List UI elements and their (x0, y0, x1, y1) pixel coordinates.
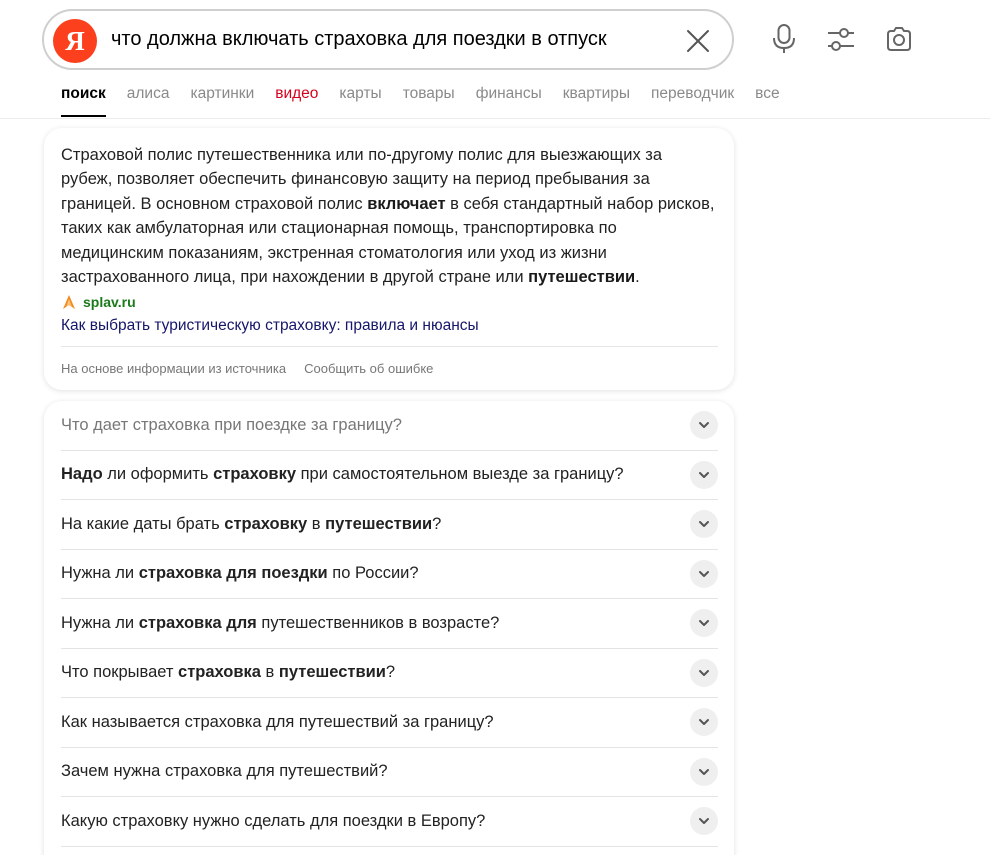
expand-button[interactable] (690, 559, 718, 588)
tab-apartments[interactable]: квартиры (563, 85, 630, 119)
faq-item[interactable]: Какую страховку нужно сделать для поездк… (61, 797, 718, 847)
tab-maps[interactable]: карты (339, 85, 381, 119)
faq-question-part: путешествии (325, 514, 433, 533)
expand-button[interactable] (690, 460, 718, 489)
tab-translator[interactable]: переводчик (651, 85, 734, 119)
faq-item[interactable]: Надо ли оформить страховку при самостоят… (61, 451, 718, 500)
faq-question-part: путешественников в возрасте? (256, 613, 500, 632)
camera-icon (887, 27, 911, 51)
chevron-down-icon (699, 818, 709, 825)
faq-question: Что дает страховка при поездке за границ… (61, 416, 402, 435)
header-divider (0, 118, 990, 119)
chevron-down-icon (699, 570, 709, 577)
faq-question-part: страховку (213, 465, 297, 484)
faq-item[interactable]: Нужна ли страховка для поездки по России… (61, 550, 718, 599)
faq-question-part: страховка для (138, 613, 257, 632)
related-questions: Что дает страховка при поездке за границ… (44, 401, 734, 855)
source-domain[interactable]: splav.ru (83, 294, 136, 310)
expand-button[interactable] (690, 708, 718, 737)
faq-question-part: Надо (61, 465, 103, 484)
tab-finance[interactable]: финансы (476, 85, 542, 119)
faq-question-part: путешествии (278, 663, 386, 682)
faq-question: Зачем нужна страховка для путешествий? (61, 762, 388, 781)
faq-question: Как называется страховка для путешествий… (61, 713, 494, 732)
tab-all[interactable]: все (755, 85, 779, 119)
search-box[interactable]: Я что должна включать страховка для поез… (42, 9, 734, 70)
expand-button[interactable] (690, 411, 718, 440)
faq-question-part: Какую страховку нужно сделать для поездк… (61, 811, 486, 830)
chevron-down-icon (699, 422, 709, 429)
faq-question-part: Что дает страховка при поездке за границ… (61, 415, 402, 434)
faq-item[interactable]: Что дает страховка при поездке за границ… (61, 401, 718, 451)
faq-question-part: при самостоятельном выезде за границу? (296, 465, 624, 484)
faq-item[interactable]: На какие даты брать страховку в путешест… (61, 500, 718, 550)
chevron-down-icon (699, 719, 709, 726)
tab-alice[interactable]: алиса (127, 85, 170, 119)
close-icon (687, 30, 709, 52)
search-input[interactable]: что должна включать страховка для поездк… (111, 28, 607, 51)
answer-highlight: путешествии (528, 268, 636, 287)
faq-question-part: по России? (327, 564, 419, 583)
image-search-button[interactable] (883, 22, 915, 56)
source-info-link[interactable]: На основе информации из источника (61, 361, 286, 376)
tab-video[interactable]: видео (275, 85, 318, 119)
faq-question-part: ? (432, 514, 442, 533)
answer-footer: На основе информации из источника Сообщи… (61, 361, 451, 376)
expand-button[interactable] (690, 609, 718, 638)
expand-button[interactable] (690, 807, 718, 836)
source[interactable]: splav.ru (61, 294, 136, 310)
faq-question-part: Что покрывает (61, 663, 179, 682)
faq-question-part: в (260, 663, 279, 682)
faq-item[interactable]: Зачем нужна страховка для путешествий? (61, 748, 718, 797)
answer-text: Страховой полис путешественника или по-д… (61, 143, 716, 289)
expand-button[interactable] (690, 658, 718, 687)
faq-question: Нужна ли страховка для путешественников … (61, 614, 499, 633)
faq-question: На какие даты брать страховку в путешест… (61, 515, 441, 534)
faq-question-part: На какие даты брать (61, 514, 225, 533)
faq-question-part: Нужна ли (61, 564, 139, 583)
filters-icon (828, 28, 854, 51)
faq-question: Какую страховку нужно сделать для поездк… (61, 812, 485, 831)
yandex-logo[interactable]: Я (53, 19, 97, 63)
answer-text-part: . (635, 268, 640, 287)
faq-question-part: страховку (224, 514, 308, 533)
expand-button[interactable] (690, 510, 718, 539)
expand-button[interactable] (690, 757, 718, 786)
voice-search-button[interactable] (768, 22, 800, 56)
chevron-down-icon (699, 768, 709, 775)
faq-item[interactable]: Что покрывает страховка в путешествии? (61, 649, 718, 698)
faq-question-part: страховка для поездки (138, 564, 328, 583)
faq-question-part: в (307, 514, 326, 533)
card-divider (61, 346, 718, 347)
chevron-down-icon (699, 620, 709, 627)
source-title-link[interactable]: Как выбрать туристическую страховку: пра… (61, 317, 479, 335)
splav-logo-icon (63, 295, 75, 309)
tab-search[interactable]: поиск (61, 85, 106, 119)
faq-item[interactable]: Нужна ли страховка для путешественников … (61, 599, 718, 649)
tab-products[interactable]: товары (403, 85, 455, 119)
answer-card: Страховой полис путешественника или по-д… (44, 128, 734, 390)
report-error-link[interactable]: Сообщить об ошибке (304, 361, 433, 376)
faq-question: Нужна ли страховка для поездки по России… (61, 564, 419, 583)
clear-button[interactable] (684, 27, 712, 55)
faq-question-part: ли оформить (102, 465, 214, 484)
chevron-down-icon (699, 669, 709, 676)
search-settings-button[interactable] (825, 22, 857, 56)
faq-question-part: ? (385, 663, 396, 682)
faq-question: Надо ли оформить страховку при самостоят… (61, 465, 624, 484)
tab-images[interactable]: картинки (190, 85, 254, 119)
faq-question-part: страховка (178, 663, 261, 682)
microphone-icon (773, 24, 795, 53)
faq-question-part: Зачем нужна страховка для путешествий? (61, 762, 388, 781)
header: Я что должна включать страховка для поез… (0, 0, 990, 120)
faq-question: Что покрывает страховка в путешествии? (61, 663, 395, 682)
faq-item[interactable]: Как называется страховка для путешествий… (61, 698, 718, 748)
chevron-down-icon (699, 471, 709, 478)
faq-question-part: Как называется страховка для путешествий… (61, 712, 494, 731)
search-tabs: поиск алиса картинки видео карты товары … (61, 85, 801, 119)
chevron-down-icon (699, 521, 709, 528)
faq-question-part: Нужна ли (61, 613, 139, 632)
answer-highlight: включает (367, 194, 446, 213)
